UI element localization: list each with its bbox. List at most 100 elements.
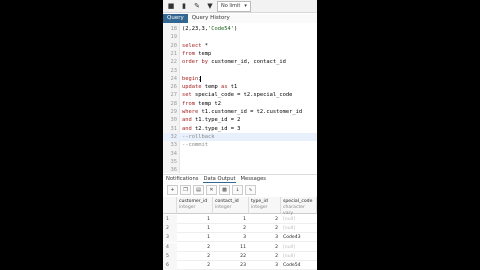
- line-number: 24: [170, 75, 178, 82]
- table-cell[interactable]: [null]: [281, 215, 317, 224]
- table-cell[interactable]: Code54: [281, 261, 317, 270]
- code-text: select *: [182, 42, 208, 49]
- column-type: integer: [251, 205, 268, 210]
- table-cell[interactable]: [null]: [281, 243, 317, 252]
- data-output-grid[interactable]: customer_id integer contact_id integer type_…: [163, 197, 317, 270]
- table-cell[interactable]: 1: [177, 224, 213, 233]
- editor-line[interactable]: 30 and t1.type_id = 2: [163, 116, 317, 124]
- folder-icon[interactable]: ■: [165, 1, 177, 11]
- editor-line[interactable]: 35: [163, 158, 317, 166]
- filter-icon[interactable]: ▼: [204, 1, 216, 11]
- editor-line[interactable]: 21 from temp: [163, 50, 317, 58]
- query-toolbar: ■ ▮ ✎ ▼ No limit ▾: [163, 0, 317, 13]
- editor-line[interactable]: 18 (2,23,3,'Code54'): [163, 25, 317, 33]
- delete-icon[interactable]: ✕: [206, 185, 217, 195]
- table-row[interactable]: 1 1 1 2 [null]: [163, 215, 317, 224]
- line-number: 32: [170, 133, 178, 140]
- editor-line[interactable]: 32 --rollback: [163, 132, 317, 142]
- row-number: 5: [163, 251, 177, 261]
- editor-line[interactable]: 29 where t1.customer_id = t2.customer_id: [163, 108, 317, 116]
- table-cell[interactable]: 2: [177, 252, 213, 261]
- data-output-toolbar: + ❐ ▤ ✕ ▩ ↓ ∿: [163, 185, 317, 195]
- copy-icon[interactable]: ❐: [180, 185, 191, 195]
- editor-tabs: Query Query History: [163, 14, 317, 23]
- editor-line[interactable]: 34: [163, 150, 317, 158]
- code-text: --commit: [182, 142, 208, 149]
- code-text: where t1.customer_id = t2.customer_id: [182, 109, 303, 115]
- tab-notifications[interactable]: Notifications: [166, 175, 198, 183]
- editor-line[interactable]: 33 --commit: [163, 141, 317, 149]
- text-cursor: [200, 75, 201, 82]
- table-cell[interactable]: 3: [249, 233, 281, 242]
- table-cell[interactable]: 2: [249, 224, 281, 233]
- code-text: begin;: [182, 75, 201, 82]
- table-row[interactable]: 6 2 23 3 Code54: [163, 261, 317, 270]
- column-header[interactable]: special_code character vary: [281, 197, 317, 216]
- table-cell[interactable]: [null]: [281, 224, 317, 233]
- code-text: update temp as t1: [182, 84, 238, 91]
- table-row[interactable]: 2 1 2 2 [null]: [163, 224, 317, 234]
- row-number: 6: [163, 261, 177, 270]
- line-number: 20: [170, 42, 178, 49]
- row-number: 2: [163, 224, 177, 234]
- table-cell[interactable]: 3: [213, 233, 249, 242]
- add-row-icon[interactable]: +: [167, 185, 178, 195]
- table-cell[interactable]: 22: [213, 252, 249, 261]
- editor-line[interactable]: 28 from temp t2: [163, 100, 317, 108]
- editor-line[interactable]: 23: [163, 67, 317, 75]
- paste-icon[interactable]: ▤: [193, 185, 204, 195]
- row-number-header: [163, 197, 177, 214]
- table-cell[interactable]: 2: [249, 215, 281, 224]
- code-text: and t2.type_id = 3: [182, 125, 241, 132]
- sql-editor[interactable]: 18 (2,23,3,'Code54') 19 20 select * 21 from te…: [163, 23, 317, 173]
- download-icon[interactable]: ↓: [232, 185, 243, 195]
- graph-icon[interactable]: ∿: [245, 185, 256, 195]
- pencil-icon[interactable]: ✎: [191, 1, 203, 11]
- column-header[interactable]: contact_id integer: [213, 197, 249, 214]
- table-cell[interactable]: [null]: [281, 252, 317, 261]
- chevron-down-icon: ▾: [244, 2, 247, 9]
- code-text: --rollback: [182, 133, 215, 140]
- line-number: 21: [170, 50, 178, 57]
- code-text: set special_code = t2.special_code: [182, 92, 293, 99]
- code-text: from temp: [182, 50, 212, 57]
- editor-line[interactable]: 19: [163, 33, 317, 41]
- editor-line[interactable]: 31 and t2.type_id = 3: [163, 125, 317, 133]
- table-cell[interactable]: 3: [249, 261, 281, 270]
- limit-dropdown[interactable]: No limit ▾: [217, 0, 251, 12]
- table-cell[interactable]: 1: [177, 233, 213, 242]
- table-row[interactable]: 3 1 3 3 Code43: [163, 233, 317, 243]
- editor-line[interactable]: 22 order by customer_id, contact_id: [163, 58, 317, 66]
- table-cell[interactable]: 2: [249, 243, 281, 252]
- column-header[interactable]: customer_id integer: [177, 197, 213, 214]
- editor-line[interactable]: 20 select *: [163, 42, 317, 50]
- table-row[interactable]: 5 2 22 2 [null]: [163, 251, 317, 261]
- pgadmin-query-tool: ■ ▮ ✎ ▼ No limit ▾ Query Query History 1…: [163, 0, 317, 270]
- table-cell[interactable]: 1: [177, 215, 213, 224]
- table-cell[interactable]: 2: [249, 252, 281, 261]
- line-number: 27: [170, 92, 178, 99]
- editor-line[interactable]: 27 set special_code = t2.special_code: [163, 91, 317, 99]
- table-cell[interactable]: 2: [177, 243, 213, 252]
- table-cell[interactable]: 2: [177, 261, 213, 270]
- tab-data-output[interactable]: Data Output: [203, 175, 236, 183]
- editor-line[interactable]: 24 begin;: [163, 75, 317, 83]
- line-number: 31: [170, 125, 178, 132]
- editor-line[interactable]: 26 update temp as t1: [163, 83, 317, 91]
- line-number: 30: [170, 117, 178, 124]
- tab-query-history[interactable]: Query History: [188, 14, 234, 23]
- table-cell[interactable]: Code43: [281, 233, 317, 242]
- line-number: 18: [170, 26, 178, 32]
- table-cell[interactable]: 23: [213, 261, 249, 270]
- tab-messages[interactable]: Messages: [241, 175, 266, 183]
- table-cell[interactable]: 1: [213, 215, 249, 224]
- column-header[interactable]: type_id integer: [249, 197, 281, 214]
- save-icon[interactable]: ▮: [178, 1, 190, 11]
- line-number: 19: [170, 34, 178, 41]
- column-type: integer: [179, 205, 196, 210]
- tab-query[interactable]: Query: [163, 14, 188, 23]
- save-data-icon[interactable]: ▩: [219, 185, 230, 195]
- table-cell[interactable]: 11: [213, 243, 249, 252]
- table-cell[interactable]: 2: [213, 224, 249, 233]
- table-row[interactable]: 4 2 11 2 [null]: [163, 242, 317, 252]
